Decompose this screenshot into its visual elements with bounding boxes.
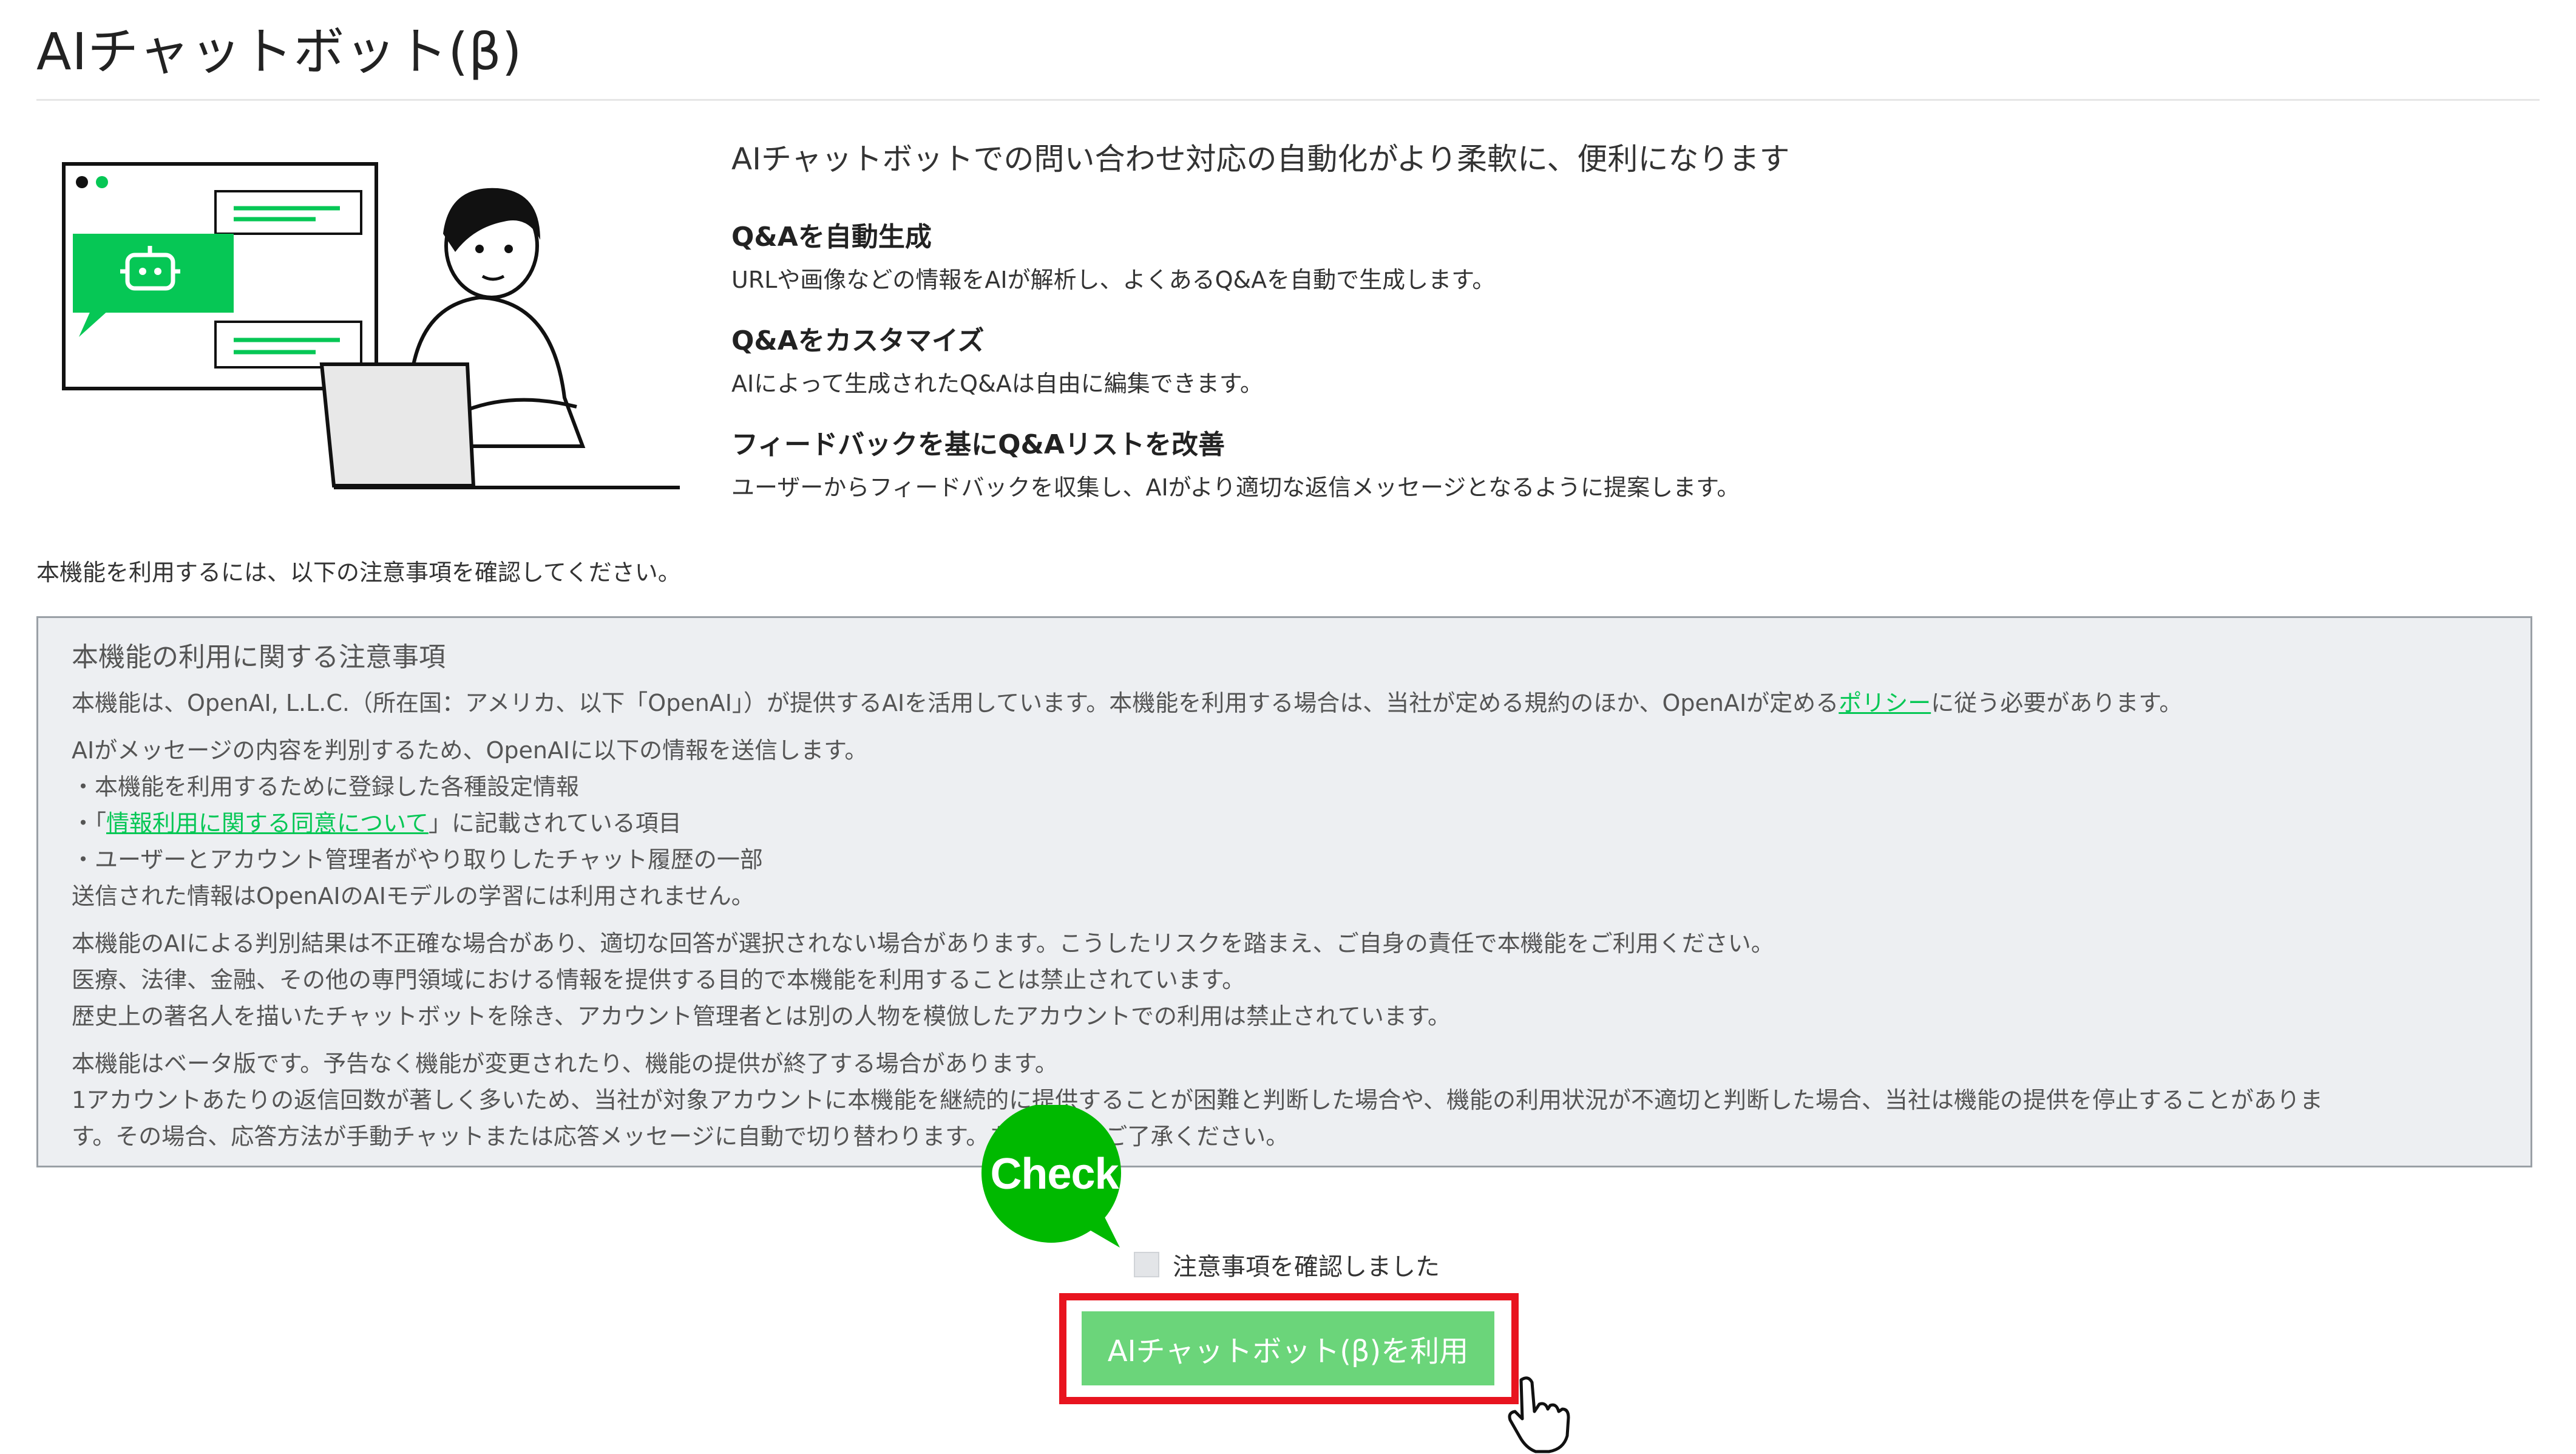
- hand-cursor-icon: [1508, 1376, 1570, 1453]
- intro-section: AIチャットボットでの問い合わせ対応の自動化がより柔軟に、便利になります Q&A…: [731, 135, 2492, 526]
- notice-paragraph: 本機能のAIによる判別結果は不正確な場合があり、適切な回答が選択されない場合があ…: [72, 925, 2497, 1034]
- notice-text: に従う必要があります。: [1931, 690, 2183, 716]
- notice-text: 本機能は、OpenAI, L.L.C.（所在国：アメリカ、以下「OpenAI」）…: [72, 690, 1839, 716]
- notice-line: 1アカウントあたりの返信回数が著しく多いため、当社が対象アカウントに本機能を継続…: [72, 1087, 2323, 1113]
- agreement-row[interactable]: 注意事項を確認しました: [1134, 1247, 1440, 1282]
- feature-title: Q&Aを自動生成: [731, 222, 932, 253]
- notice-line: ・本機能を利用するために登録した各種設定情報: [72, 773, 580, 800]
- feature-title: Q&Aをカスタマイズ: [731, 325, 985, 356]
- notice-line: 送信された情報はOpenAIのAIモデルの学習には利用されません。: [72, 883, 754, 909]
- feature-description: AIによって生成されたQ&Aは自由に編集できます。: [731, 370, 1263, 397]
- agreement-checkbox-label[interactable]: 注意事項を確認しました: [1173, 1247, 1440, 1282]
- data-consent-link[interactable]: 情報利用に関する同意について: [106, 810, 429, 837]
- check-callout-label: Check: [990, 1150, 1119, 1198]
- notice-paragraph: 本機能は、OpenAI, L.L.C.（所在国：アメリカ、以下「OpenAI」）…: [72, 685, 2497, 721]
- confirm-prompt: 本機能を利用するには、以下の注意事項を確認してください。: [36, 559, 681, 586]
- notice-title: 本機能の利用に関する注意事項: [72, 642, 446, 673]
- notice-text: 」に記載されている項目: [428, 810, 682, 837]
- notice-line: ・ユーザーとアカウント管理者がやり取りしたチャット履歴の一部: [72, 846, 763, 873]
- notice-text: ・「: [72, 810, 107, 837]
- feature-description: URLや画像などの情報をAIが解析し、よくあるQ&Aを自動で生成します。: [731, 267, 1496, 293]
- notice-line: す。その場合、応答方法が手動チャットまたは応答メッセージに自動で切り替わります。…: [72, 1123, 1289, 1150]
- notice-paragraph: AIがメッセージの内容を判別するため、OpenAIに以下の情報を送信します。 ・…: [72, 732, 2497, 914]
- intro-headline: AIチャットボットでの問い合わせ対応の自動化がより柔軟に、便利になります: [731, 141, 1790, 177]
- use-chatbot-button[interactable]: AIチャットボット(β)を利用: [1082, 1311, 1494, 1385]
- feature-item: フィードバックを基にQ&Aリストを改善 ユーザーからフィードバックを収集し、AI…: [731, 423, 2492, 502]
- notice-line: AIがメッセージの内容を判別するため、OpenAIに以下の情報を送信します。: [72, 737, 868, 764]
- feature-item: Q&Aをカスタマイズ AIによって生成されたQ&Aは自由に編集できます。: [731, 319, 2492, 398]
- feature-title: フィードバックを基にQ&Aリストを改善: [731, 429, 1225, 460]
- notice-box[interactable]: 本機能の利用に関する注意事項 本機能は、OpenAI, L.L.C.（所在国：ア…: [36, 616, 2532, 1167]
- notice-line: ・「情報利用に関する同意について」に記載されている項目: [72, 805, 2497, 841]
- chatbot-illustration: [62, 162, 680, 489]
- page-title: AIチャットボット(β): [36, 22, 523, 81]
- notice-paragraph: 本機能はベータ版です。予告なく機能が変更されたり、機能の提供が終了する場合があり…: [72, 1045, 2497, 1155]
- notice-line: 医療、法律、金融、その他の専門領域における情報を提供する目的で本機能を利用するこ…: [72, 967, 1246, 993]
- agreement-checkbox[interactable]: [1134, 1252, 1159, 1277]
- policy-link[interactable]: ポリシー: [1839, 690, 1931, 716]
- title-divider: [36, 99, 2540, 101]
- feature-item: Q&Aを自動生成 URLや画像などの情報をAIが解析し、よくあるQ&Aを自動で生…: [731, 215, 2492, 294]
- feature-description: ユーザーからフィードバックを収集し、AIがより適切な返信メッセージとなるように提…: [731, 474, 1740, 501]
- notice-line: 歴史上の著名人を描いたチャットボットを除き、アカウント管理者とは別の人物を模倣し…: [72, 1003, 1451, 1030]
- notice-line: 本機能のAIによる判別結果は不正確な場合があり、適切な回答が選択されない場合があ…: [72, 930, 1774, 957]
- notice-line: 本機能はベータ版です。予告なく機能が変更されたり、機能の提供が終了する場合があり…: [72, 1050, 1058, 1077]
